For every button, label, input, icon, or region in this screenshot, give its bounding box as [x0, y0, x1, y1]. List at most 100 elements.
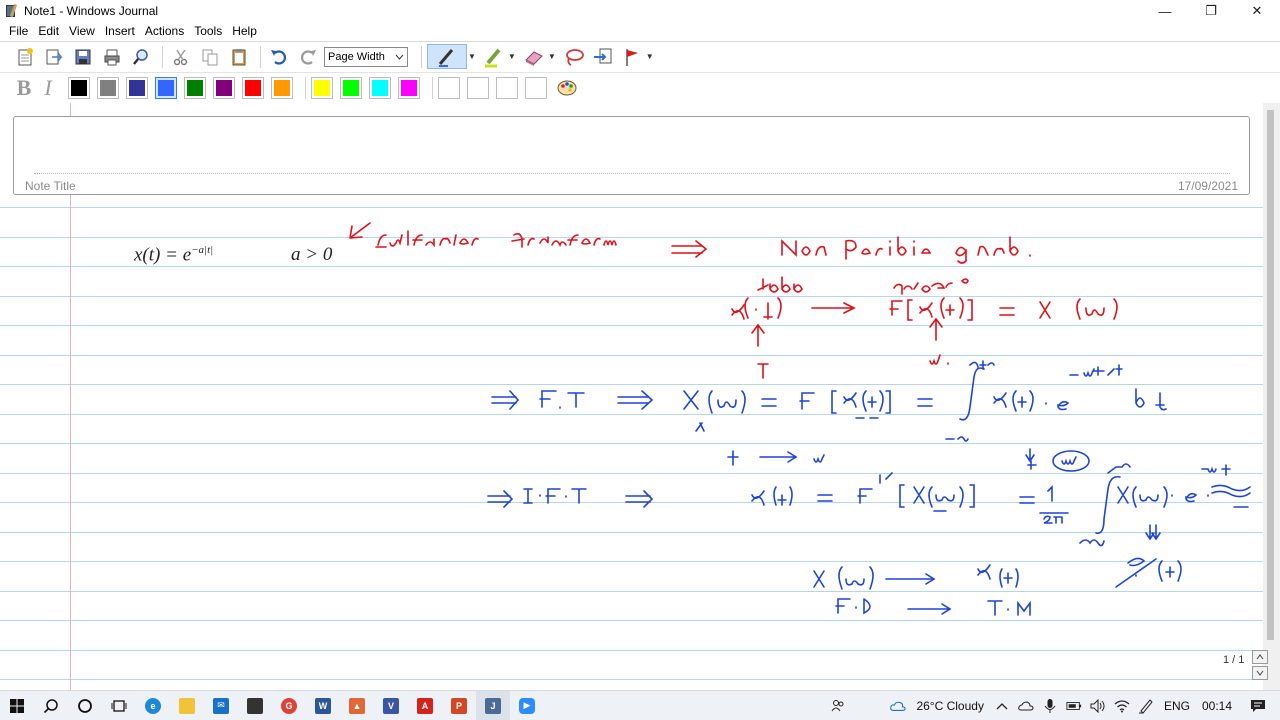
- windows-logo-icon: [10, 698, 24, 713]
- search-button[interactable]: [34, 691, 68, 720]
- highlighter-dropdown-arrow[interactable]: ▼: [508, 52, 516, 61]
- new-note-button[interactable]: [12, 44, 37, 69]
- print-button[interactable]: [99, 44, 124, 69]
- battery-icon[interactable]: [1066, 698, 1082, 714]
- toolbar-separator: [421, 45, 422, 68]
- pen-width-4[interactable]: [525, 76, 547, 99]
- page-down-button[interactable]: [1252, 666, 1268, 680]
- highlight-swatch-yellow[interactable]: [311, 76, 333, 99]
- taskbar-matlab[interactable]: ▲: [340, 691, 374, 720]
- insert-space-button[interactable]: [591, 44, 616, 69]
- highlight-swatch-cyan[interactable]: [369, 76, 391, 99]
- color-palette-button[interactable]: [554, 75, 579, 100]
- menu-actions[interactable]: Actions: [140, 24, 189, 38]
- zoom-meeting-icon: ▶: [519, 697, 535, 714]
- wifi-icon[interactable]: [1114, 698, 1130, 714]
- onedrive-icon[interactable]: [1018, 698, 1034, 714]
- weather-text[interactable]: 26°C Cloudy: [916, 699, 984, 713]
- minimize-button[interactable]: —: [1142, 0, 1188, 22]
- cut-button[interactable]: [168, 44, 193, 69]
- pen-width-3[interactable]: [496, 76, 518, 99]
- menu-view[interactable]: View: [64, 24, 100, 38]
- lasso-icon: [566, 48, 585, 66]
- pen-dropdown-arrow[interactable]: ▼: [468, 52, 476, 61]
- scrollbar-thumb[interactable]: [1267, 110, 1274, 640]
- clipboard-icon: [232, 48, 245, 65]
- pen-width-2[interactable]: [467, 76, 489, 99]
- handwritten-ink-layer: [349, 222, 1251, 616]
- highlighter-icon: [485, 48, 501, 67]
- taskbar-visio[interactable]: V: [374, 691, 408, 720]
- find-button[interactable]: [128, 44, 153, 69]
- menu-edit[interactable]: Edit: [33, 24, 64, 38]
- notification-icon[interactable]: [1250, 698, 1266, 714]
- menu-help[interactable]: Help: [227, 24, 262, 38]
- search-icon: [43, 698, 58, 713]
- close-button[interactable]: ✕: [1234, 0, 1280, 22]
- eraser-dropdown-arrow[interactable]: ▼: [548, 52, 556, 61]
- color-swatch-green[interactable]: [184, 76, 206, 99]
- highlight-swatch-magenta[interactable]: [398, 76, 420, 99]
- taskbar-file-explorer[interactable]: [170, 691, 204, 720]
- pen-workspace-icon[interactable]: [1138, 698, 1154, 714]
- chevron-up-icon[interactable]: [994, 698, 1010, 714]
- color-swatch-purple[interactable]: [213, 76, 235, 99]
- taskbar-chrome[interactable]: G: [272, 691, 306, 720]
- copy-button[interactable]: [197, 44, 222, 69]
- menu-tools[interactable]: Tools: [189, 24, 227, 38]
- cortana-circle-icon: [78, 698, 92, 713]
- copy-icon: [202, 49, 217, 65]
- taskbar-acrobat[interactable]: A: [408, 691, 442, 720]
- color-swatch-blue[interactable]: [155, 76, 177, 99]
- color-swatch-black[interactable]: [68, 76, 90, 99]
- color-swatch-orange[interactable]: [271, 76, 293, 99]
- volume-icon[interactable]: [1090, 698, 1106, 714]
- language-indicator[interactable]: ENG: [1164, 699, 1190, 713]
- toolbar-separator: [260, 45, 261, 68]
- taskbar-edge[interactable]: e: [136, 691, 170, 720]
- taskbar-mail[interactable]: ✉: [204, 691, 238, 720]
- weather-cloud-icon[interactable]: [890, 698, 907, 714]
- lasso-select-button[interactable]: [562, 44, 587, 69]
- save-button[interactable]: [70, 44, 95, 69]
- page-up-button[interactable]: [1252, 650, 1268, 664]
- microphone-icon[interactable]: [1042, 698, 1058, 714]
- task-view-button[interactable]: [102, 691, 136, 720]
- toolbar-separator: [162, 45, 163, 68]
- taskbar-word[interactable]: W: [306, 691, 340, 720]
- flag-dropdown-arrow[interactable]: ▼: [646, 52, 654, 61]
- eraser-button[interactable]: [522, 44, 547, 69]
- bold-button[interactable]: B: [12, 75, 36, 101]
- highlighter-button[interactable]: [482, 44, 507, 69]
- taskbar-powerpoint[interactable]: P: [442, 691, 476, 720]
- clock[interactable]: 00:14: [1202, 699, 1232, 713]
- color-swatch-red[interactable]: [242, 76, 264, 99]
- cortana-button[interactable]: [68, 691, 102, 720]
- pen-width-1[interactable]: [438, 76, 460, 99]
- redo-button[interactable]: [295, 44, 320, 69]
- maximize-button[interactable]: ❐: [1188, 0, 1234, 22]
- people-icon[interactable]: [830, 698, 846, 714]
- menu-file[interactable]: File: [4, 24, 33, 38]
- menu-bar: File Edit View Insert Actions Tools Help: [0, 22, 1280, 40]
- pen-tool-button[interactable]: [427, 44, 467, 69]
- undo-button[interactable]: [266, 44, 291, 69]
- format-toolbar: B I: [0, 72, 1280, 102]
- italic-button[interactable]: I: [36, 75, 60, 101]
- zoom-dropdown[interactable]: Page Width: [324, 46, 408, 67]
- taskbar-windows-journal[interactable]: J: [476, 690, 510, 720]
- menu-insert[interactable]: Insert: [100, 24, 140, 38]
- system-tray: 26°C Cloudy ENG 00:14: [826, 691, 1280, 720]
- paste-button[interactable]: [226, 44, 251, 69]
- color-swatch-navy[interactable]: [126, 76, 148, 99]
- journal-page[interactable]: Note Title 17/09/2021 x(t) = e−a|t| a > …: [0, 103, 1263, 690]
- open-button[interactable]: [41, 44, 66, 69]
- start-button[interactable]: [0, 691, 34, 720]
- folder-icon: [179, 697, 195, 714]
- taskbar-zoom[interactable]: ▶: [510, 691, 544, 720]
- color-swatch-gray[interactable]: [97, 76, 119, 99]
- taskbar-store[interactable]: [238, 691, 272, 720]
- highlight-swatch-green[interactable]: [340, 76, 362, 99]
- flag-icon: [626, 48, 639, 66]
- flag-button[interactable]: [620, 44, 645, 69]
